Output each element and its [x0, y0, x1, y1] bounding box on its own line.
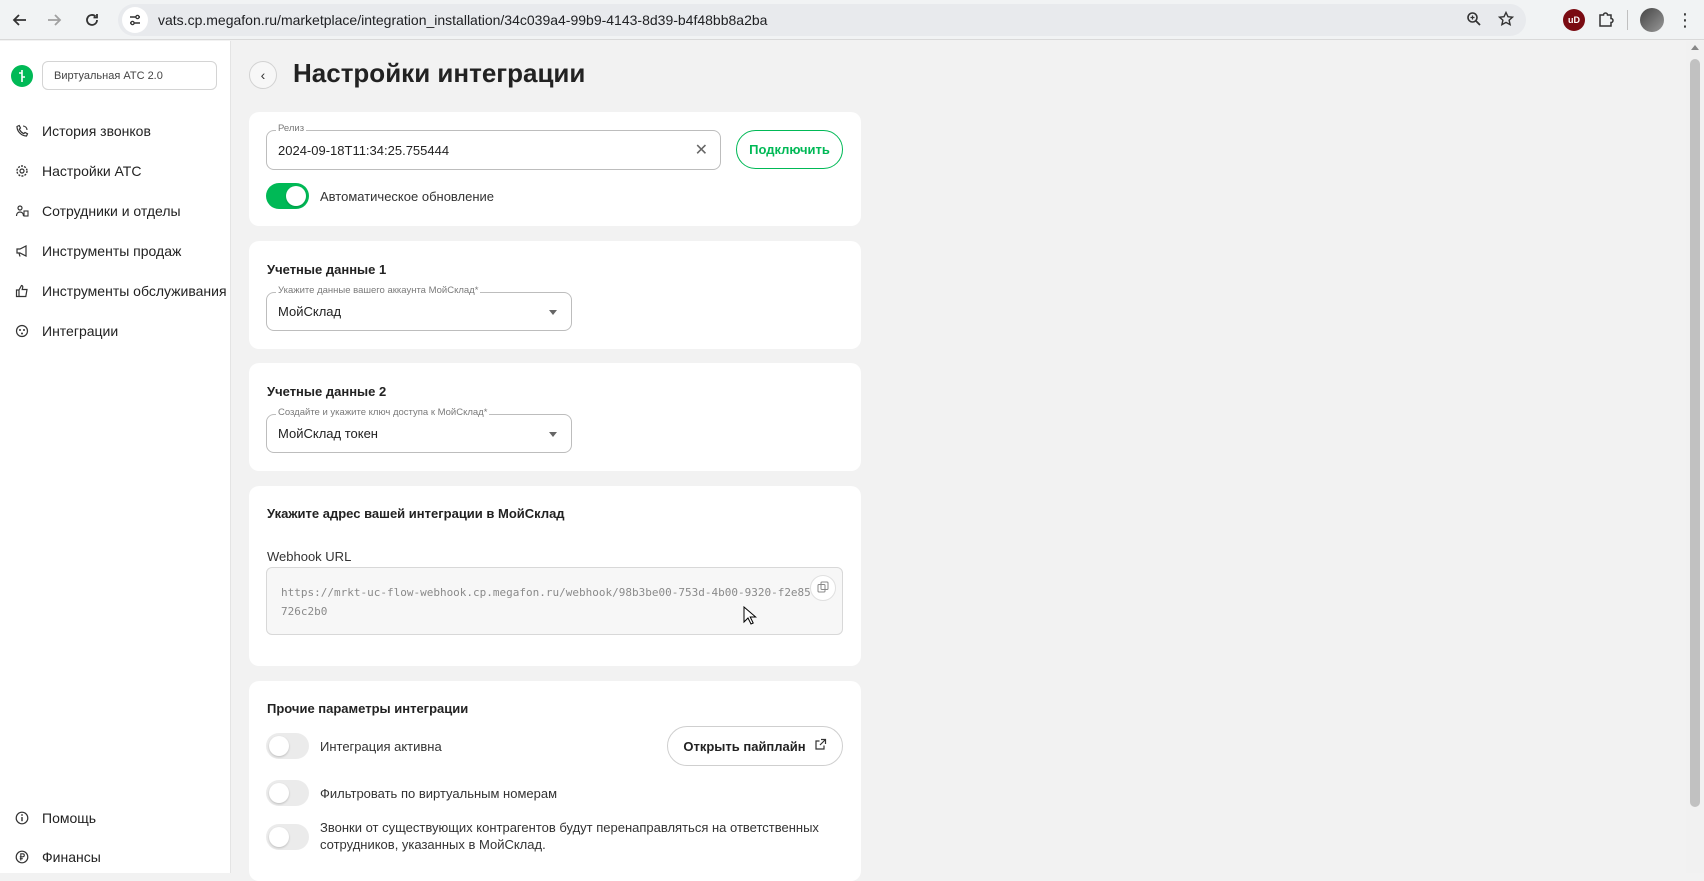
scrollbar-thumb[interactable]	[1690, 59, 1700, 807]
megaphone-icon	[15, 244, 29, 258]
webhook-card-title: Укажите адрес вашей интеграции в МойСкла…	[267, 506, 565, 521]
release-field-value[interactable]: 2024-09-18T11:34:25.755444	[278, 131, 449, 169]
page-title: Настройки интеграции	[293, 58, 586, 88]
webhook-url-value[interactable]: https://mrkt-uc-flow-webhook.cp.megafon.…	[281, 583, 811, 621]
main-content: ‹ Настройки интеграции Релиз 2024-09-18T…	[232, 41, 1686, 881]
open-pipeline-label: Открыть пайплайн	[683, 738, 806, 754]
credentials-2-title: Учетные данные 2	[267, 384, 387, 399]
sidebar-item-label: История звонков	[42, 123, 151, 139]
integration-active-label: Интеграция активна	[320, 739, 442, 754]
open-pipeline-button[interactable]: Открыть пайплайн	[667, 726, 843, 766]
ublock-extension-icon[interactable]: uD	[1563, 9, 1585, 31]
ruble-icon	[15, 850, 29, 864]
browser-menu-icon[interactable]: ⋮	[1676, 10, 1694, 31]
account-select-value: МойСклад	[278, 304, 342, 319]
sidebar: Виртуальная АТС 2.0 История звонков Наст…	[0, 41, 231, 873]
bookmark-star-icon[interactable]	[1497, 10, 1515, 30]
back-arrow-icon[interactable]	[2, 4, 38, 36]
webhook-card: Укажите адрес вашей интеграции в МойСкла…	[249, 486, 861, 666]
token-select[interactable]: Создайте и укажите ключ доступа к МойСкл…	[266, 407, 572, 453]
sidebar-item-label: Интеграции	[42, 323, 119, 339]
url-text[interactable]: vats.cp.megafon.ru/marketplace/integrati…	[158, 12, 767, 28]
info-icon	[15, 811, 29, 825]
other-params-card: Прочие параметры интеграции Интеграция а…	[249, 681, 861, 881]
toggle-knob	[269, 783, 289, 803]
dropdown-caret-icon	[549, 309, 557, 315]
reload-icon[interactable]	[74, 4, 110, 36]
page-scrollbar[interactable]	[1686, 41, 1704, 873]
sidebar-item-call-history[interactable]: История звонков	[0, 111, 231, 151]
site-info-icon[interactable]	[122, 7, 148, 33]
other-params-title: Прочие параметры интеграции	[267, 701, 469, 716]
filter-virtual-numbers-toggle[interactable]	[266, 780, 309, 806]
toggle-knob	[269, 736, 289, 756]
release-field[interactable]: Релиз 2024-09-18T11:34:25.755444 ✕	[266, 123, 721, 170]
zoom-icon[interactable]	[1466, 11, 1482, 30]
sidebar-item-help[interactable]: Помощь	[0, 798, 231, 838]
clear-icon[interactable]: ✕	[695, 131, 708, 169]
toggle-knob	[269, 827, 289, 847]
mouse-cursor-icon	[743, 606, 757, 625]
dropdown-caret-icon	[549, 431, 557, 437]
sidebar-item-label: Сотрудники и отделы	[42, 203, 181, 219]
thumbs-up-icon	[15, 284, 29, 298]
sidebar-item-pbx-settings[interactable]: Настройки АТС	[0, 151, 231, 191]
integration-active-toggle[interactable]	[266, 733, 309, 759]
phone-history-icon	[15, 124, 29, 138]
sidebar-menu: История звонков Настройки АТС Сотрудники…	[0, 111, 231, 351]
filter-virtual-numbers-label: Фильтровать по виртуальным номерам	[320, 786, 558, 801]
sidebar-bottom-menu: Помощь Финансы	[0, 798, 231, 877]
connect-button[interactable]: Подключить	[736, 130, 843, 169]
back-button[interactable]: ‹	[249, 61, 277, 89]
copy-button[interactable]	[810, 575, 836, 601]
redirect-calls-toggle[interactable]	[266, 824, 309, 850]
address-bar[interactable]: vats.cp.megafon.ru/marketplace/integrati…	[118, 4, 1526, 36]
megafon-logo[interactable]	[11, 65, 33, 87]
extensions-puzzle-icon[interactable]	[1597, 10, 1615, 31]
toggle-knob	[286, 186, 306, 206]
redirect-calls-label: Звонки от существующих контрагентов буду…	[320, 820, 819, 852]
gear-icon	[15, 164, 29, 178]
sidebar-item-integrations[interactable]: Интеграции	[0, 311, 231, 351]
people-icon	[15, 204, 29, 218]
external-link-icon	[814, 738, 827, 754]
release-card: Релиз 2024-09-18T11:34:25.755444 ✕ Подкл…	[249, 112, 861, 226]
integrations-icon	[15, 324, 29, 338]
browser-toolbar: vats.cp.megafon.ru/marketplace/integrati…	[0, 0, 1704, 40]
token-select-value: МойСклад токен	[278, 426, 378, 441]
credentials-2-card: Учетные данные 2 Создайте и укажите ключ…	[249, 363, 861, 471]
sidebar-item-label: Финансы	[42, 849, 101, 865]
auto-update-toggle[interactable]	[266, 183, 309, 209]
sidebar-item-label: Настройки АТС	[42, 163, 142, 179]
sidebar-item-label: Инструменты продаж	[42, 243, 182, 259]
toolbar-separator	[1627, 10, 1628, 30]
auto-update-label: Автоматическое обновление	[320, 189, 495, 204]
account-select[interactable]: Укажите данные вашего аккаунта МойСклад*…	[266, 285, 572, 331]
profile-avatar[interactable]	[1640, 8, 1664, 32]
credentials-1-title: Учетные данные 1	[267, 262, 387, 277]
sidebar-item-sales-tools[interactable]: Инструменты продаж	[0, 231, 231, 271]
sidebar-item-label: Инструменты обслуживания	[42, 283, 227, 299]
sidebar-item-finance[interactable]: Финансы	[0, 837, 231, 877]
sidebar-item-employees[interactable]: Сотрудники и отделы	[0, 191, 231, 231]
credentials-1-card: Учетные данные 1 Укажите данные вашего а…	[249, 241, 861, 349]
chevron-left-icon: ‹	[260, 67, 266, 83]
forward-arrow-icon[interactable]	[36, 4, 72, 36]
product-selector[interactable]: Виртуальная АТС 2.0	[42, 61, 217, 90]
scroll-up-arrow-icon[interactable]	[1691, 45, 1699, 50]
sidebar-item-service-tools[interactable]: Инструменты обслуживания	[0, 271, 231, 311]
copy-icon	[817, 580, 829, 596]
webhook-url-label: Webhook URL	[267, 549, 352, 564]
sidebar-item-label: Помощь	[42, 810, 97, 826]
